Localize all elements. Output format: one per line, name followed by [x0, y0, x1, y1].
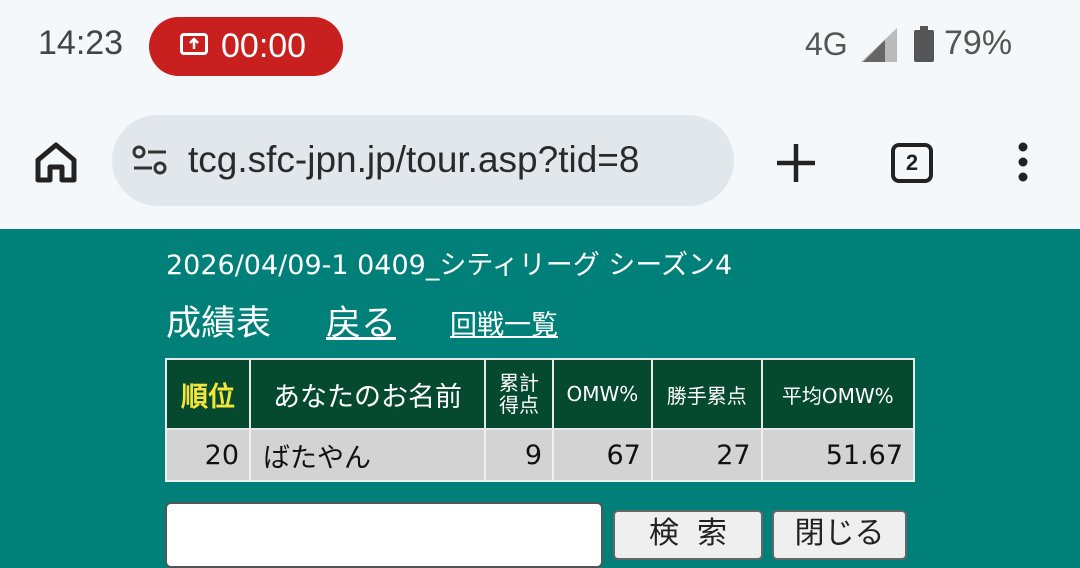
points-header: 累計 得点 — [484, 358, 554, 430]
avg-omw-header: 平均OMW% — [760, 358, 916, 430]
clock: 14:23 — [38, 24, 124, 62]
overflow-menu-icon[interactable] — [1015, 141, 1031, 183]
search-button[interactable]: 検索 — [613, 510, 763, 560]
omw-header: OMW% — [552, 358, 653, 430]
recording-timer: 00:00 — [221, 27, 307, 65]
network-type: 4G — [805, 26, 848, 62]
points-header-line2: 得点 — [499, 393, 539, 417]
tournament-title: 2026/04/09-1 0409_シティリーグ シーズン4 — [166, 250, 733, 281]
signal-icon — [861, 28, 897, 62]
tabs-icon[interactable]: 2 — [891, 143, 933, 183]
opp-points-cell: 27 — [650, 428, 763, 482]
new-tab-icon[interactable] — [775, 142, 817, 184]
battery-icon — [914, 26, 934, 62]
rank-cell: 20 — [165, 428, 251, 482]
battery-percentage: 79% — [944, 24, 1013, 62]
screen-record-icon — [180, 33, 208, 55]
back-link[interactable]: 戻る — [326, 295, 396, 346]
status-bar: 14:23 00:00 4G 79% — [0, 0, 1080, 92]
points-cell: 9 — [484, 428, 554, 482]
page-content: 2026/04/09-1 0409_シティリーグ シーズン4 成績表 戻る 回戦… — [0, 229, 1080, 568]
opp-points-header: 勝手累点 — [650, 358, 763, 430]
rank-header: 順位 — [165, 358, 251, 430]
rounds-list-link[interactable]: 回戦一覧 — [450, 303, 558, 342]
browser-toolbar: tcg.sfc-jpn.jp/tour.asp?tid=8 2 — [0, 92, 1080, 229]
url-text[interactable]: tcg.sfc-jpn.jp/tour.asp?tid=8 — [188, 139, 724, 181]
site-settings-icon[interactable] — [132, 143, 168, 177]
results-table: 順位 あなたのお名前 累計 得点 OMW% 勝手累点 平均OMW% 20 ばたや… — [165, 358, 916, 482]
points-header-line1: 累計 — [499, 371, 539, 395]
player-name-cell: ばたやん — [249, 428, 486, 482]
home-icon[interactable] — [34, 140, 78, 184]
omw-cell: 67 — [552, 428, 653, 482]
screen-recording-pill[interactable]: 00:00 — [149, 17, 343, 76]
close-button[interactable]: 閉じる — [772, 510, 907, 560]
table-header-row: 順位 あなたのお名前 累計 得点 OMW% 勝手累点 平均OMW% — [165, 358, 916, 430]
name-header: あなたのお名前 — [249, 358, 486, 430]
page-title: 成績表 — [166, 304, 272, 344]
search-input[interactable] — [165, 502, 603, 568]
address-bar[interactable]: tcg.sfc-jpn.jp/tour.asp?tid=8 — [112, 115, 734, 206]
avg-omw-cell: 51.67 — [760, 428, 916, 482]
table-row: 20 ばたやん 9 67 27 51.67 — [165, 428, 916, 482]
